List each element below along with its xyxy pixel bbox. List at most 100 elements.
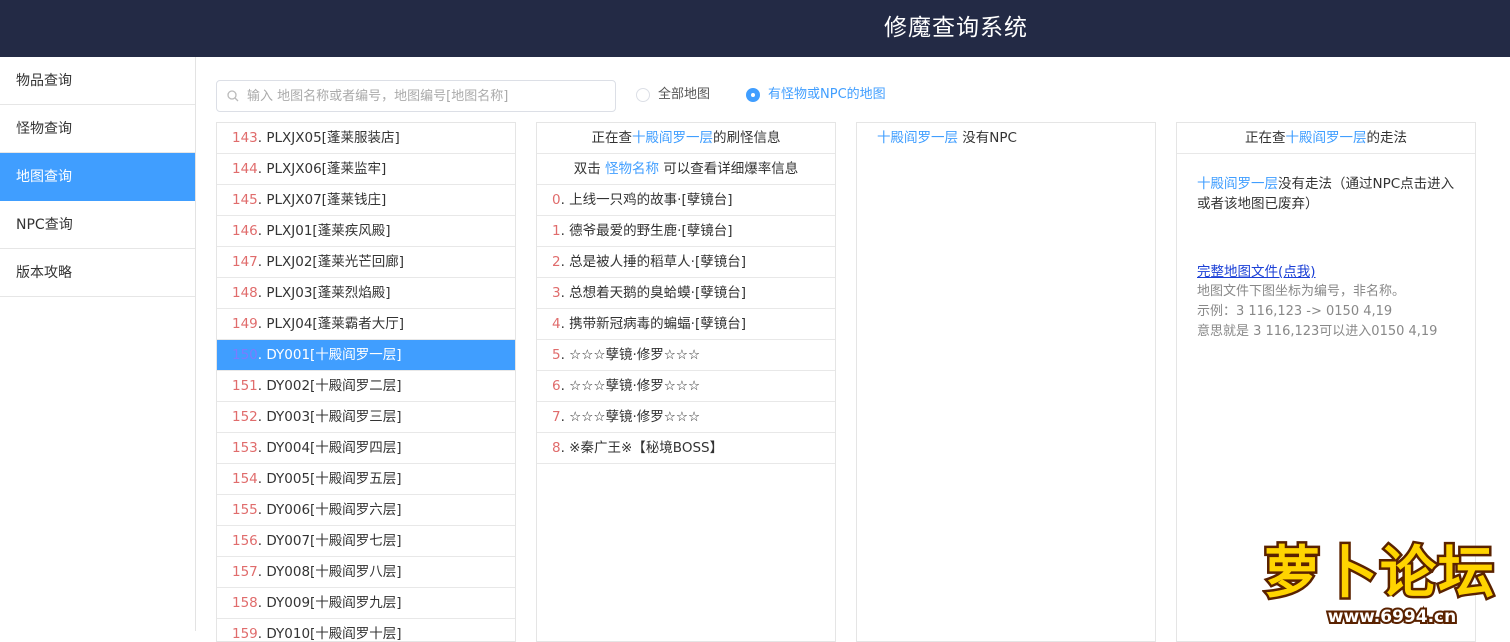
- monster-list-item[interactable]: 5. ☆☆☆孽镜·修罗☆☆☆: [537, 340, 835, 371]
- monster-list-item[interactable]: 6. ☆☆☆孽镜·修罗☆☆☆: [537, 371, 835, 402]
- route-header-map: 十殿阎罗一层: [1285, 130, 1367, 146]
- map-list-item[interactable]: 151. DY002[十殿阎罗二层]: [217, 371, 515, 402]
- map-list-item-number: 147: [232, 254, 258, 270]
- map-list-item[interactable]: 144. PLXJX06[蓬莱监牢]: [217, 154, 515, 185]
- radio-all-maps-label: 全部地图: [658, 87, 711, 102]
- monster-list-item[interactable]: 1. 德爷最爱的野生鹿·[孽镜台]: [537, 216, 835, 247]
- map-list-item-name: . PLXJ04[蓬莱霸者大厅]: [257, 316, 404, 332]
- monster-list-item-name: . 总是被人捶的稻草人·[孽镜台]: [560, 254, 747, 270]
- map-list-item[interactable]: 154. DY005[十殿阎罗五层]: [217, 464, 515, 495]
- monster-list-item-number: 2: [552, 254, 561, 270]
- map-list-item-name: . DY002[十殿阎罗二层]: [257, 378, 402, 394]
- monster-panel: 正在查十殿阎罗一层的刷怪信息 双击 怪物名称 可以查看详细爆率信息 0. 上线一…: [536, 122, 836, 642]
- route-note-1: 地图文件下图坐标为编号，非名称。: [1197, 284, 1406, 299]
- route-note-3: 意思就是 3 116,123可以进入0150 4,19: [1197, 324, 1438, 339]
- monster-list-item-name: . ☆☆☆孽镜·修罗☆☆☆: [560, 347, 701, 363]
- map-list-item-name: . PLXJ03[蓬莱烈焰殿]: [257, 285, 391, 301]
- monster-list-item-name: . ☆☆☆孽镜·修罗☆☆☆: [560, 378, 701, 394]
- monster-list-item-name: . 携带新冠病毒的蝙蝠·[孽镜台]: [560, 316, 747, 332]
- monster-list-item-name: . ☆☆☆孽镜·修罗☆☆☆: [560, 409, 701, 425]
- search-box: [216, 80, 616, 112]
- map-list-item[interactable]: 145. PLXJX07[蓬莱钱庄]: [217, 185, 515, 216]
- monster-list-item[interactable]: 3. 总想着天鹅的臭蛤蟆·[孽镜台]: [537, 278, 835, 309]
- route-note-2: 示例：3 116,123 -> 0150 4,19: [1197, 304, 1393, 319]
- monster-list-item-name: . ※秦广王※【秘境BOSS】: [560, 440, 724, 456]
- map-list-item-number: 156: [232, 533, 258, 549]
- map-list-item[interactable]: 157. DY008[十殿阎罗八层]: [217, 557, 515, 588]
- map-list-item-name: . DY004[十殿阎罗四层]: [257, 440, 402, 456]
- hint-link: 怪物名称: [605, 161, 659, 177]
- sidebar-item-monsters[interactable]: 怪物查询: [0, 105, 195, 153]
- map-list-item-name: . DY009[十殿阎罗九层]: [257, 595, 402, 611]
- map-list-item-number: 143: [232, 130, 258, 146]
- search-icon: [227, 90, 239, 102]
- full-map-file-link[interactable]: 完整地图文件(点我): [1197, 262, 1316, 282]
- monster-list-item-number: 0: [552, 192, 561, 208]
- map-list-item[interactable]: 147. PLXJ02[蓬莱光芒回廊]: [217, 247, 515, 278]
- monster-list-item[interactable]: 7. ☆☆☆孽镜·修罗☆☆☆: [537, 402, 835, 433]
- sidebar: 物品查询 怪物查询 地图查询 NPC查询 版本攻略: [0, 57, 196, 631]
- monster-list-item-number: 5: [552, 347, 561, 363]
- sidebar-item-guide[interactable]: 版本攻略: [0, 249, 195, 297]
- radio-with-monster-label: 有怪物或NPC的地图: [768, 87, 886, 102]
- map-list-item[interactable]: 155. DY006[十殿阎罗六层]: [217, 495, 515, 526]
- map-list-item[interactable]: 148. PLXJ03[蓬莱烈焰殿]: [217, 278, 515, 309]
- map-list-item-number: 149: [232, 316, 258, 332]
- monster-list-item-number: 8: [552, 440, 561, 456]
- sidebar-item-npc[interactable]: NPC查询: [0, 201, 195, 249]
- monster-list: 0. 上线一只鸡的故事·[孽镜台] 1. 德爷最爱的野生鹿·[孽镜台] 2. 总是被…: [537, 185, 835, 464]
- monster-list-item[interactable]: 8. ※秦广王※【秘境BOSS】: [537, 433, 835, 464]
- map-list-item-number: 145: [232, 192, 258, 208]
- sidebar-item-maps[interactable]: 地图查询: [0, 153, 195, 201]
- monster-list-item[interactable]: 0. 上线一只鸡的故事·[孽镜台]: [537, 185, 835, 216]
- npc-panel: 十殿阎罗一层 没有NPC: [856, 122, 1156, 642]
- map-list-item-name: . PLXJ02[蓬莱光芒回廊]: [257, 254, 404, 270]
- map-list-item-number: 148: [232, 285, 258, 301]
- map-list-item-number: 154: [232, 471, 258, 487]
- npc-map-name: 十殿阎罗一层: [877, 130, 958, 146]
- monster-list-item-number: 6: [552, 378, 561, 394]
- radio-circle: [636, 88, 650, 102]
- route-header-prefix: 正在查: [1245, 130, 1286, 146]
- map-list-item-number: 159: [232, 626, 258, 642]
- route-description: 十殿阎罗一层没有走法（通过NPC点击进入或者该地图已废弃）: [1197, 174, 1455, 214]
- map-list-item[interactable]: 149. PLXJ04[蓬莱霸者大厅]: [217, 309, 515, 340]
- monster-list-item[interactable]: 2. 总是被人捶的稻草人·[孽镜台]: [537, 247, 835, 278]
- monster-list-item-number: 7: [552, 409, 561, 425]
- map-list-item-name: . DY006[十殿阎罗六层]: [257, 502, 402, 518]
- monster-list-item-number: 4: [552, 316, 561, 332]
- map-list-item-number: 144: [232, 161, 258, 177]
- monster-list-item[interactable]: 4. 携带新冠病毒的蝙蝠·[孽镜台]: [537, 309, 835, 340]
- map-list-item[interactable]: 152. DY003[十殿阎罗三层]: [217, 402, 515, 433]
- route-header-suffix: 的走法: [1366, 130, 1408, 146]
- map-list-item[interactable]: 146. PLXJ01[蓬莱疾风殿]: [217, 216, 515, 247]
- map-list-item-name: . DY007[十殿阎罗七层]: [257, 533, 402, 549]
- sidebar-item-items[interactable]: 物品查询: [0, 57, 195, 105]
- monster-header-suffix: 的刷怪信息: [713, 130, 781, 146]
- hint-prefix: 双击: [573, 161, 605, 177]
- map-list-item-number: 146: [232, 223, 258, 239]
- map-list: 143. PLXJX05[蓬莱服装店] 144. PLXJX06[蓬莱监牢] 145…: [216, 122, 516, 642]
- map-list-item-name: . PLXJ01[蓬莱疾风殿]: [257, 223, 391, 239]
- search-input[interactable]: [247, 82, 607, 110]
- map-list-item-name: . PLXJX07[蓬莱钱庄]: [257, 192, 387, 208]
- map-list-item[interactable]: 150. DY001[十殿阎罗一层]: [217, 340, 515, 371]
- map-list-item-name: . PLXJX05[蓬莱服装店]: [257, 130, 400, 146]
- npc-status-text: 没有NPC: [958, 130, 1017, 146]
- map-list-item[interactable]: 158. DY009[十殿阎罗九层]: [217, 588, 515, 619]
- map-list-item-number: 155: [232, 502, 258, 518]
- map-list-item[interactable]: 143. PLXJX05[蓬莱服装店]: [217, 123, 515, 154]
- map-list-item-name: . DY001[十殿阎罗一层]: [257, 347, 402, 363]
- map-list-item-number: 152: [232, 409, 258, 425]
- radio-circle-checked: [746, 88, 760, 102]
- monster-list-item-name: . 上线一只鸡的故事·[孽镜台]: [560, 192, 733, 208]
- map-list-item-name: . DY003[十殿阎罗三层]: [257, 409, 402, 425]
- map-list-item-name: . DY008[十殿阎罗八层]: [257, 564, 402, 580]
- monster-list-item-name: . 总想着天鹅的臭蛤蟆·[孽镜台]: [560, 285, 747, 301]
- route-map-name: 十殿阎罗一层: [1197, 176, 1278, 192]
- monster-header-prefix: 正在查: [591, 130, 633, 146]
- map-list-item[interactable]: 156. DY007[十殿阎罗七层]: [217, 526, 515, 557]
- luobo-forum-watermark-logo: 萝卜论坛 www.6994.cn: [1262, 539, 1497, 627]
- map-list-item[interactable]: 153. DY004[十殿阎罗四层]: [217, 433, 515, 464]
- monster-list-item-number: 3: [552, 285, 561, 301]
